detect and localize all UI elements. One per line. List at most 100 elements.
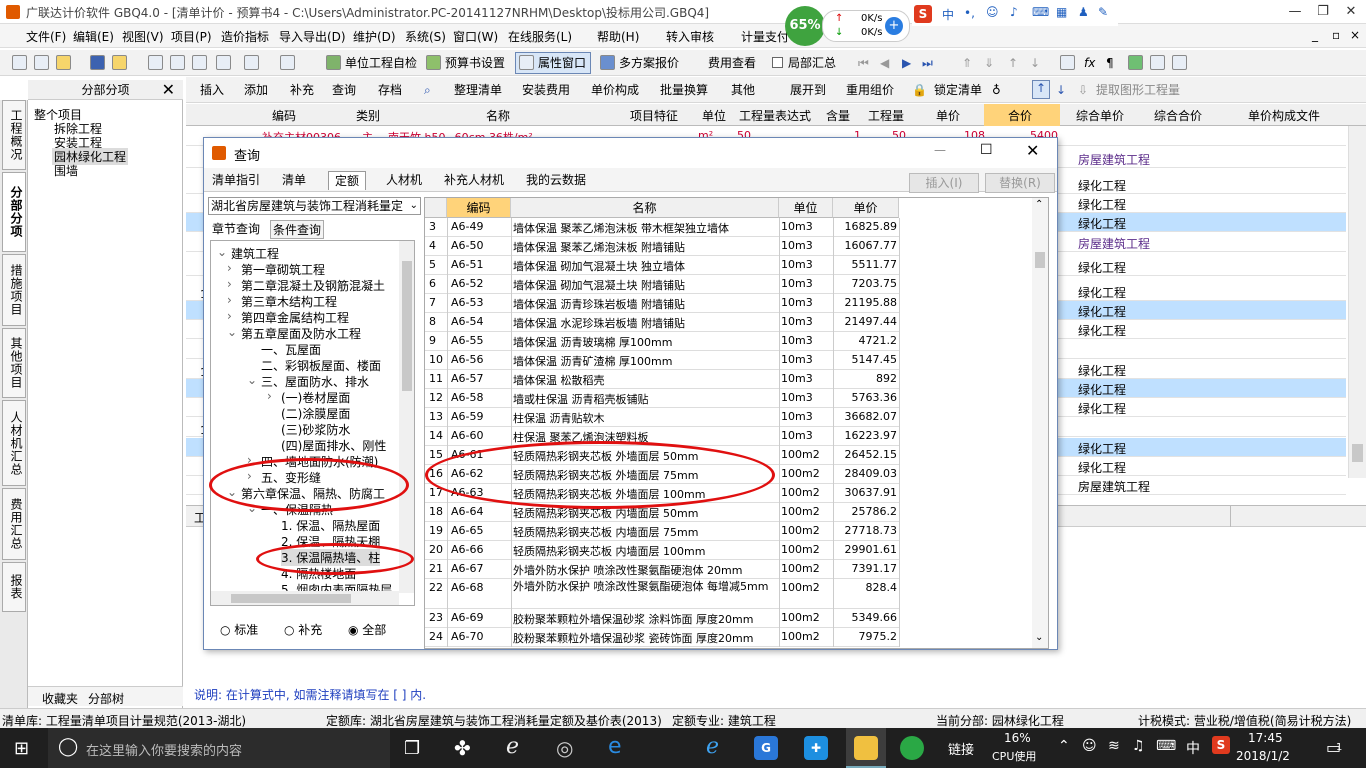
col-unit-price[interactable]: 单价 (936, 107, 960, 124)
supplement-menu[interactable]: 补充 (290, 81, 314, 99)
tab-list-guide[interactable]: 清单指引 (206, 171, 266, 190)
col-quota-code[interactable]: 编码 (447, 198, 511, 218)
edge-browser-icon[interactable]: e (608, 734, 622, 759)
chapter-tree-item[interactable]: 第三章木结构工程 (241, 293, 337, 310)
extract-quantity-button[interactable]: 提取图形工程量 (1096, 81, 1180, 99)
col-expression[interactable]: 工程量表达式 (739, 107, 811, 124)
tab-supplement-materials[interactable]: 补充人材机 (438, 171, 510, 190)
chapter-tree-item[interactable]: 五、变形缝 (261, 469, 321, 486)
menu-view[interactable]: 视图(V) (122, 28, 164, 45)
radio-supplement[interactable]: ○ 补充 (284, 621, 322, 638)
up-toggle-icon[interactable]: ↑ (1032, 80, 1050, 99)
quota-row[interactable]: 13 A6-59 柱保温 沥青贴软木 10m3 36682.07 (425, 408, 900, 427)
fan-app-icon[interactable]: ✤ (454, 736, 471, 760)
tab-measures[interactable]: 措施项目 (2, 254, 26, 326)
taskbar-search-box[interactable]: ◯ 在这里输入你要搜索的内容 (48, 728, 390, 768)
quota-row[interactable]: 8 A6-54 墙体保温 水泥珍珠岩板墙 附墙铺贴 10m3 21497.44 (425, 313, 900, 332)
install-fee-menu[interactable]: 安装费用 (522, 81, 570, 99)
subtab-condition[interactable]: 条件查询 (270, 220, 325, 239)
chapter-tree-item[interactable]: 3. 保温隔热墙、柱 (281, 549, 381, 566)
reuse-pricing-menu[interactable]: 重用组价 (846, 81, 894, 99)
chapter-tree-item[interactable]: 第一章砌筑工程 (241, 261, 325, 278)
scroll-down-icon[interactable]: ⌄ (1035, 632, 1043, 643)
open-folder-icon[interactable] (56, 55, 71, 70)
next-page-icon[interactable]: ▶ (902, 54, 911, 72)
task-view-icon[interactable]: ❐ (404, 738, 420, 759)
menu-project[interactable]: 项目(P) (171, 28, 212, 45)
new-project-icon[interactable] (34, 55, 49, 70)
quota-row[interactable]: 9 A6-55 墙体保温 沥青玻璃棉 厚100mm 10m3 4721.2 (425, 332, 900, 351)
tab-materials[interactable]: 人材机 (380, 171, 428, 190)
quota-row[interactable]: 20 A6-66 轻质隔热彩钢夹芯板 内墙面层 100mm 100m2 29901.61 (425, 541, 900, 560)
tree-expander-icon[interactable]: ⌄ (217, 245, 227, 259)
batch-convert-menu[interactable]: 批量换算 (660, 81, 708, 99)
menu-online[interactable]: 在线服务(L) (508, 28, 572, 45)
col-unit[interactable]: 单位 (702, 107, 726, 124)
links-toolbar-label[interactable]: 链接 (948, 739, 974, 758)
green-app-icon[interactable] (900, 736, 924, 760)
new-icon[interactable] (12, 55, 27, 70)
col-quantity[interactable]: 工程量 (868, 107, 904, 124)
gbq-taskbar-item[interactable] (846, 728, 886, 768)
tab-other-items[interactable]: 其他项目 (2, 328, 26, 398)
tree-item-fence[interactable]: 围墙 (54, 162, 78, 179)
first-page-icon[interactable]: ⏮ (858, 54, 869, 72)
tree-expander-icon[interactable]: › (267, 389, 272, 403)
quota-row[interactable]: 10 A6-56 墙体保温 沥青矿渣棉 厚100mm 10m3 5147.45 (425, 351, 900, 370)
tab-sub-items[interactable]: 分部分项 (2, 172, 26, 252)
paragraph-icon[interactable]: ¶ (1106, 54, 1114, 72)
menu-window[interactable]: 窗口(W) (453, 28, 498, 45)
menu-edit[interactable]: 编辑(E) (73, 28, 114, 45)
tray-expand-icon[interactable]: ⌃ (1058, 738, 1070, 754)
quota-row[interactable]: 6 A6-52 墙体保温 砌加气混凝土块 附墙铺贴 10m3 7203.75 (425, 275, 900, 294)
ime-tray-label[interactable]: 中 (1186, 738, 1200, 758)
quota-row[interactable]: 5 A6-51 墙体保温 砌加气混凝土块 独立墙体 10m3 5511.77 (425, 256, 900, 275)
move-up-icon[interactable]: ⇑ (962, 54, 972, 72)
accelerate-icon[interactable]: + (885, 17, 903, 35)
menu-audit[interactable]: 转入审核 (666, 28, 714, 45)
plus-app-icon[interactable]: ✚ (804, 736, 828, 760)
organize-list-menu[interactable]: 整理清单 (454, 81, 502, 99)
tree-expander-icon[interactable]: ⌄ (227, 485, 237, 499)
tab-favorites[interactable]: 收藏夹 (42, 690, 78, 707)
toolbox-icon[interactable]: ▦ (1056, 5, 1067, 19)
quota-row[interactable]: 21 A6-67 外墙外防水保护 喷涂改性聚氨酯硬泡体 20mm 100m2 7391.… (425, 560, 900, 579)
col-code[interactable]: 编码 (272, 107, 296, 124)
menu-file[interactable]: 文件(F) (26, 28, 66, 45)
insert-menu[interactable]: 插入 (200, 81, 224, 99)
col-type[interactable]: 类别 (356, 107, 380, 124)
people-icon[interactable]: ☺ (1082, 738, 1097, 754)
tree-expander-icon[interactable]: ⌄ (247, 501, 257, 515)
tree-horizontal-scrollbar[interactable] (211, 591, 399, 605)
chapter-tree-item[interactable]: (四)屋面排水、刚性 (281, 437, 386, 454)
redo-icon[interactable] (280, 55, 295, 70)
quota-row[interactable]: 15 A6-61 轻质隔热彩钢夹芯板 外墙面层 50mm 100m2 26452.15 (425, 446, 900, 465)
tab-quota[interactable]: 定额 (328, 171, 367, 190)
chapter-tree-item[interactable]: 第二章混凝土及钢筋混凝土 (241, 277, 385, 294)
expand-to-menu[interactable]: 展开到 (790, 81, 826, 99)
mdi-restore-icon[interactable]: ▫ (1332, 28, 1340, 42)
up-arrow-icon[interactable]: ↑ (1008, 54, 1018, 72)
chapter-tree-item[interactable]: (一)卷材屋面 (281, 389, 350, 406)
tab-list[interactable]: 清单 (276, 171, 312, 190)
col-feature[interactable]: 项目特征 (630, 107, 678, 124)
quota-row[interactable]: 17 A6-63 轻质隔热彩钢夹芯板 外墙面层 100mm 100m2 30637.91 (425, 484, 900, 503)
menu-import-export[interactable]: 导入导出(D) (279, 28, 346, 45)
paste-icon[interactable] (192, 55, 207, 70)
scroll-up-icon[interactable]: ⌃ (1035, 199, 1043, 210)
chapter-tree-item[interactable]: 第五章屋面及防水工程 (241, 325, 361, 342)
keyboard-icon[interactable]: ⌨ (1032, 5, 1049, 19)
multi-plan-button[interactable]: 多方案报价 (619, 54, 679, 72)
tree-scroll-thumb[interactable] (402, 261, 412, 391)
dialog-close-button[interactable]: ✕ (1026, 141, 1039, 160)
close-panel-icon[interactable]: ✕ (162, 80, 175, 100)
budget-settings-icon[interactable] (426, 55, 441, 70)
col-content[interactable]: 含量 (826, 107, 850, 124)
color-icon[interactable] (1128, 55, 1143, 70)
tree-expander-icon[interactable]: ⌄ (247, 373, 257, 387)
tree-expander-icon[interactable]: › (227, 261, 232, 275)
quota-row[interactable]: 22 A6-68 外墙外防水保护 喷涂改性聚氨酯硬泡体 每增减5mm 100m2 828… (425, 579, 900, 609)
subtab-chapter[interactable]: 章节查询 (212, 220, 260, 237)
chapter-tree-item[interactable]: (二)涂膜屋面 (281, 405, 350, 422)
formula-icon[interactable]: fx (1084, 54, 1095, 72)
